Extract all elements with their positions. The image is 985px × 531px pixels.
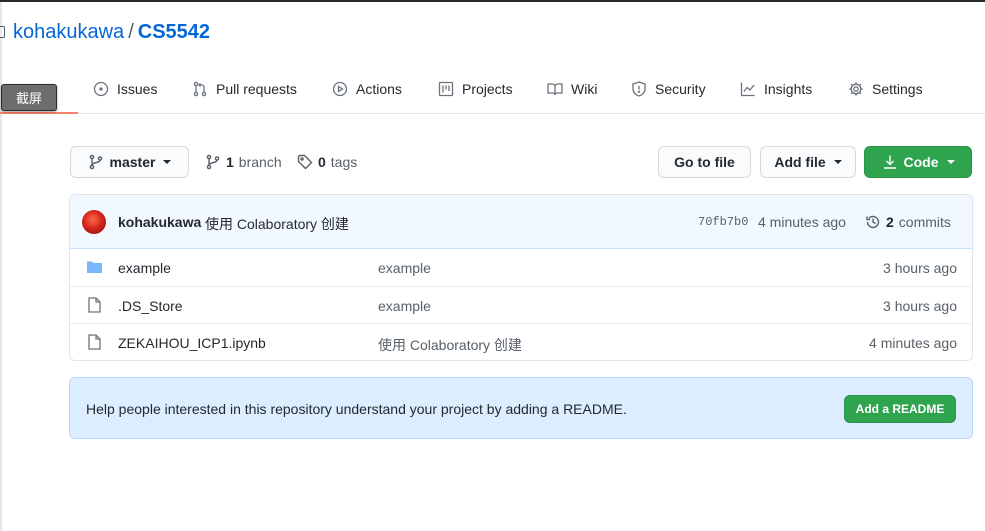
add-readme-button[interactable]: Add a README xyxy=(844,395,956,423)
readme-prompt: Help people interested in this repositor… xyxy=(69,377,973,439)
gear-icon xyxy=(849,82,863,96)
chevron-down-icon xyxy=(833,160,842,164)
avatar[interactable] xyxy=(82,210,106,234)
git-pull-request-icon xyxy=(193,81,207,97)
go-to-file-button[interactable]: Go to file xyxy=(658,146,751,178)
book-icon xyxy=(547,83,563,96)
branches-link[interactable]: 1 branch xyxy=(205,146,282,178)
tab-label: Settings xyxy=(872,81,923,97)
tab-insights[interactable]: Insights xyxy=(740,64,812,114)
tab-label: Security xyxy=(655,81,706,97)
repo-icon xyxy=(0,26,5,38)
commit-message[interactable]: 使用 Colaboratory 创建 xyxy=(205,214,349,234)
code-button[interactable]: Code xyxy=(864,146,972,178)
branch-select-button[interactable]: master xyxy=(70,146,189,178)
repo-title: kohakukawa / CS5542 xyxy=(13,21,210,44)
tag-count: 0 xyxy=(318,154,326,170)
graph-icon xyxy=(740,82,755,97)
tags-link[interactable]: 0 tags xyxy=(297,146,357,178)
file-row[interactable]: .DS_Store example 3 hours ago xyxy=(70,286,972,323)
file-name[interactable]: .DS_Store xyxy=(118,298,183,314)
file-commit-message[interactable]: 使用 Colaboratory 创建 xyxy=(378,335,522,355)
tag-icon xyxy=(297,154,313,170)
file-name[interactable]: ZEKAIHOU_ICP1.ipynb xyxy=(118,335,266,351)
download-icon xyxy=(883,155,896,169)
issue-opened-icon xyxy=(93,81,109,97)
tab-actions[interactable]: Actions xyxy=(332,64,402,114)
tab-wiki[interactable]: Wiki xyxy=(547,64,597,114)
file-row[interactable]: ZEKAIHOU_ICP1.ipynb 使用 Colaboratory 创建 4… xyxy=(70,323,972,360)
file-time: 4 minutes ago xyxy=(869,335,957,351)
branch-word: branch xyxy=(238,154,282,170)
tag-word: tags xyxy=(330,154,358,170)
repo-owner-link[interactable]: kohakukawa xyxy=(13,21,124,43)
screenshot-tooltip[interactable]: 截屏 xyxy=(1,84,57,111)
branch-count: 1 xyxy=(226,154,234,170)
commit-count-word: commits xyxy=(898,214,951,230)
code-label: Code xyxy=(903,154,939,170)
file-icon xyxy=(88,297,101,313)
active-tab-underline xyxy=(0,112,78,114)
file-name[interactable]: example xyxy=(118,260,171,276)
play-icon xyxy=(332,81,348,97)
tab-label: Wiki xyxy=(571,81,598,97)
add-file-button[interactable]: Add file xyxy=(760,146,856,178)
branch-label: master xyxy=(109,154,156,170)
commit-count: 2 xyxy=(886,214,894,230)
file-time: 3 hours ago xyxy=(883,260,957,276)
tab-security[interactable]: Security xyxy=(631,64,706,114)
tab-label: Projects xyxy=(462,81,513,97)
file-commit-message[interactable]: example xyxy=(378,298,431,314)
window-top-border xyxy=(0,0,985,2)
project-icon xyxy=(438,81,454,97)
tab-projects[interactable]: Projects xyxy=(438,64,513,114)
repo-nav-tabs: Issues Pull requests Actions Projects Wi… xyxy=(0,64,985,114)
chevron-down-icon xyxy=(163,160,172,164)
git-branch-icon xyxy=(206,154,220,170)
file-row[interactable]: example example 3 hours ago xyxy=(70,249,972,286)
chevron-down-icon xyxy=(946,160,955,164)
history-icon xyxy=(866,215,880,229)
git-branch-icon xyxy=(89,154,102,170)
readme-prompt-text: Help people interested in this repositor… xyxy=(86,401,627,417)
shield-icon xyxy=(632,81,646,97)
commit-sha[interactable]: 70fb7b0 xyxy=(698,215,748,229)
add-file-label: Add file xyxy=(774,154,826,170)
commits-link[interactable]: 2 commits xyxy=(865,214,951,230)
tab-label: Insights xyxy=(764,81,813,97)
tab-pull-requests[interactable]: Pull requests xyxy=(192,64,297,114)
tab-settings[interactable]: Settings xyxy=(848,64,923,114)
latest-commit-bar: kohakukawa 使用 Colaboratory 创建 70fb7b0 4 … xyxy=(70,195,972,249)
tab-label: Actions xyxy=(356,81,402,97)
repo-separator: / xyxy=(128,21,134,43)
commit-author[interactable]: kohakukawa xyxy=(118,214,201,230)
file-commit-message[interactable]: example xyxy=(378,260,431,276)
repo-name-link[interactable]: CS5542 xyxy=(138,21,210,43)
file-icon xyxy=(88,334,101,350)
folder-icon xyxy=(87,261,102,273)
tab-label: Pull requests xyxy=(216,81,297,97)
tab-issues[interactable]: Issues xyxy=(93,64,157,114)
file-time: 3 hours ago xyxy=(883,298,957,314)
tab-label: Issues xyxy=(117,81,158,97)
file-browser: kohakukawa 使用 Colaboratory 创建 70fb7b0 4 … xyxy=(69,194,973,361)
commit-time[interactable]: 4 minutes ago xyxy=(758,214,846,230)
